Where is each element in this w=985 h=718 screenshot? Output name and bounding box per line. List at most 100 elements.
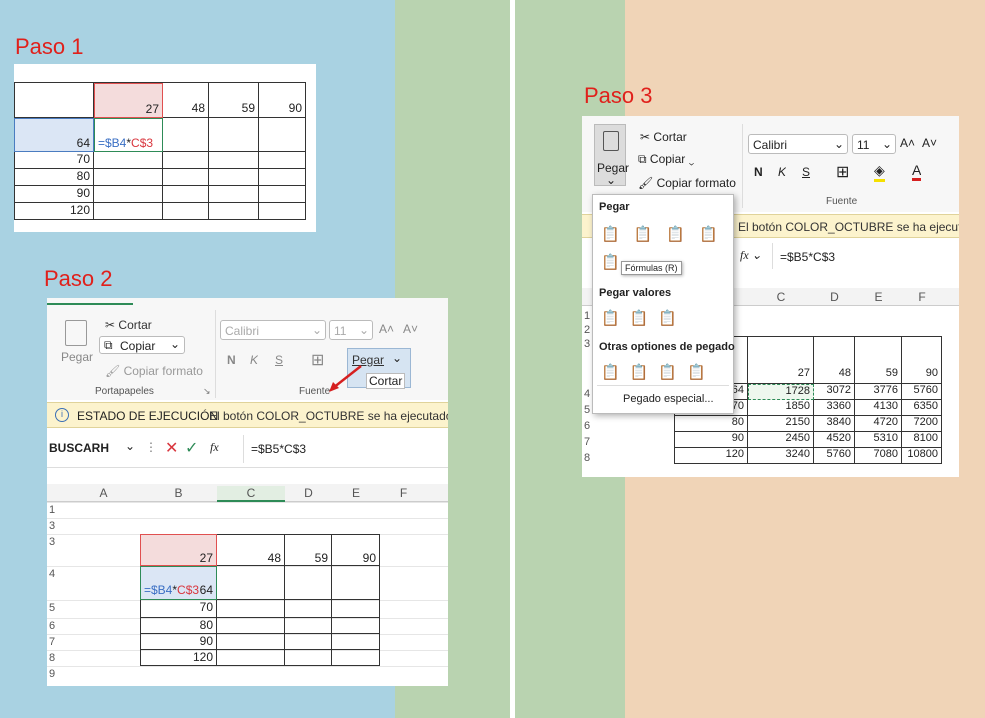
row-label-cell[interactable]: 70 (14, 152, 94, 169)
cell[interactable] (163, 152, 209, 169)
cell[interactable] (217, 650, 285, 666)
header-cell[interactable]: 48 (163, 83, 209, 118)
table-cell[interactable]: 3840 (814, 416, 855, 432)
row-number[interactable]: 8 (49, 652, 55, 664)
cell[interactable] (332, 566, 380, 600)
row-label-cell[interactable]: 80 (674, 416, 748, 432)
table-cell[interactable]: 4720 (855, 416, 902, 432)
column-header[interactable]: F (380, 486, 427, 500)
cell[interactable] (163, 186, 209, 203)
formula-input[interactable]: =$B5*C$3 (780, 250, 835, 264)
italic-button[interactable]: K (250, 353, 258, 367)
format-painter-button[interactable]: 🖌 Copiar formato (638, 176, 736, 190)
row-number[interactable]: 3 (49, 520, 55, 532)
decrease-font-icon[interactable]: A˅ (403, 322, 418, 336)
table-cell[interactable]: 6350 (902, 400, 942, 416)
row-number[interactable]: 7 (584, 436, 590, 448)
increase-font-icon[interactable]: A˄ (900, 136, 915, 150)
header-cell[interactable]: 27 (140, 534, 217, 566)
row-number[interactable]: 3 (584, 338, 590, 350)
table-cell[interactable]: 8100 (902, 432, 942, 448)
cell[interactable] (94, 169, 163, 186)
column-header[interactable]: E (332, 486, 380, 500)
table-cell[interactable]: 2150 (748, 416, 814, 432)
confirm-icon[interactable]: ✓ (185, 438, 198, 458)
column-header[interactable]: F (902, 290, 942, 304)
column-header[interactable]: D (814, 290, 855, 304)
borders-icon[interactable]: ⊞ (836, 162, 849, 182)
paste-special-item[interactable]: Pegado especial... (623, 393, 714, 405)
decrease-font-icon[interactable]: A˅ (922, 136, 937, 150)
cell[interactable] (217, 566, 285, 600)
formula-input[interactable]: =$B5*C$3 (251, 442, 306, 456)
table-cell[interactable]: 2450 (748, 432, 814, 448)
column-header[interactable]: C (748, 290, 814, 304)
format-painter-button[interactable]: 🖌 Copiar formato (105, 364, 203, 378)
row-number[interactable]: 2 (584, 324, 590, 336)
row-number[interactable]: 5 (49, 602, 55, 614)
cell[interactable] (259, 169, 306, 186)
paste-button[interactable]: Pegar ⌄ (594, 124, 629, 187)
table-cell[interactable]: 1728 (748, 384, 814, 400)
table-cell[interactable]: 1850 (748, 400, 814, 416)
cell[interactable] (332, 600, 380, 618)
cell[interactable] (140, 618, 217, 634)
header-cell[interactable]: 48 (217, 534, 285, 566)
paste-icon[interactable]: 📋 (601, 226, 634, 243)
underline-button[interactable]: S (802, 165, 810, 179)
cell[interactable] (209, 152, 259, 169)
cell[interactable] (209, 203, 259, 220)
table-cell[interactable]: 7080 (855, 448, 902, 464)
dialog-launcher-icon[interactable]: ↘ (203, 386, 211, 397)
cut-button[interactable]: ✂ Cortar (105, 318, 152, 332)
cell[interactable] (332, 618, 380, 634)
column-header[interactable]: A (67, 486, 140, 500)
paste-values-source-icon[interactable]: 📋 (658, 310, 687, 327)
row-label-cell[interactable]: 80 (14, 169, 94, 186)
font-name-select[interactable]: Calibri ⌄ (748, 134, 848, 154)
cut-tooltip-item[interactable]: Cortar (366, 373, 406, 389)
fx-button[interactable]: fx (210, 440, 219, 455)
row-label-cell[interactable]: 120 (674, 448, 748, 464)
paste-transpose-icon[interactable]: 📋 (601, 253, 620, 271)
cell[interactable] (163, 203, 209, 220)
row-number[interactable]: 5 (584, 404, 590, 416)
increase-font-icon[interactable]: A˄ (379, 322, 394, 336)
cell[interactable] (285, 618, 332, 634)
font-name-select[interactable]: Calibri ⌄ (220, 320, 326, 340)
table-cell[interactable]: 5760 (902, 384, 942, 400)
row-number[interactable]: 9 (49, 668, 55, 680)
cell[interactable] (285, 650, 332, 666)
cell[interactable] (285, 600, 332, 618)
cell[interactable] (140, 634, 217, 650)
cell[interactable] (259, 203, 306, 220)
bold-button[interactable]: N (227, 353, 236, 367)
paste-link-icon[interactable]: 📋 (630, 364, 659, 381)
paste-format-icon[interactable]: 📋 (601, 364, 630, 381)
cell[interactable] (332, 650, 380, 666)
other-paste-row[interactable]: 📋📋📋📋 (601, 363, 716, 381)
table-cell[interactable]: 5760 (814, 448, 855, 464)
row-label-cell[interactable]: 120 (14, 203, 94, 220)
column-header[interactable]: C (217, 486, 285, 502)
cell[interactable] (140, 650, 217, 666)
paste-picture-icon[interactable]: 📋 (658, 364, 687, 381)
table-cell[interactable]: 7200 (902, 416, 942, 432)
cell[interactable] (259, 186, 306, 203)
empty-corner-cell[interactable] (14, 83, 94, 118)
font-size-select[interactable]: 11 ⌄ (329, 320, 373, 340)
cell[interactable] (259, 118, 306, 152)
paste-icon[interactable] (65, 320, 87, 346)
header-cell[interactable]: 59 (209, 83, 259, 118)
header-cell[interactable]: 27 (94, 83, 163, 118)
row-number[interactable]: 6 (49, 620, 55, 632)
font-size-select[interactable]: 11 ⌄ (852, 134, 896, 154)
row-label-cell[interactable]: 90 (674, 432, 748, 448)
cell[interactable] (209, 186, 259, 203)
copy-button[interactable]: ⧉ Copiar ⌄ (99, 336, 185, 354)
more-icon[interactable]: ⋮ (145, 440, 157, 454)
row-number[interactable]: 4 (49, 568, 55, 580)
paste-formats-icon[interactable]: 📋 (666, 226, 699, 243)
row-number[interactable]: 4 (584, 388, 590, 400)
cell[interactable] (163, 169, 209, 186)
